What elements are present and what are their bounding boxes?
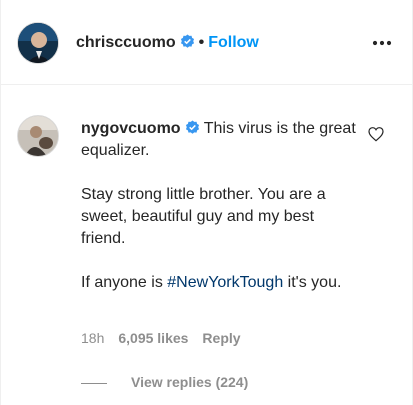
view-replies-label: View replies (224) (131, 374, 249, 390)
follow-button[interactable]: Follow (208, 34, 259, 51)
reply-button[interactable]: Reply (202, 330, 240, 346)
avatar-photo (18, 23, 58, 63)
comment-timestamp[interactable]: 18h (81, 330, 104, 346)
hashtag-link[interactable]: #NewYorkTough (167, 274, 283, 291)
view-replies-button[interactable]: View replies (224) (81, 374, 248, 390)
comment-text-suffix: it's you. (283, 274, 342, 291)
post-header: chrisccuomo • Follow (1, 0, 412, 85)
post-author-avatar[interactable] (17, 22, 59, 64)
comment-body: nygovcuomo This virus is the great equal… (81, 118, 361, 316)
separator-dot: • (198, 34, 205, 51)
post-author-line: chrisccuomo • Follow (76, 33, 259, 53)
avatar-photo (18, 116, 58, 156)
comment-paragraph-3: If anyone is #NewYorkTough it's you. (81, 272, 361, 294)
comment-author-username[interactable]: nygovcuomo (81, 120, 181, 137)
verified-badge-icon (180, 34, 194, 48)
comment-paragraph-1: nygovcuomo This virus is the great equal… (81, 118, 361, 162)
comment-author-avatar[interactable] (17, 115, 59, 157)
more-options-icon[interactable] (372, 40, 392, 46)
comment-likes[interactable]: 6,095 likes (118, 330, 188, 346)
verified-badge-icon (185, 120, 199, 134)
comment-paragraph-2: Stay strong little brother. You are a sw… (81, 186, 326, 247)
comment-meta: 18h 6,095 likes Reply (81, 330, 255, 346)
comment-text-prefix: If anyone is (81, 274, 168, 291)
heart-icon[interactable] (368, 126, 384, 142)
replies-divider (81, 382, 107, 384)
post-author-username[interactable]: chrisccuomo (76, 34, 176, 51)
